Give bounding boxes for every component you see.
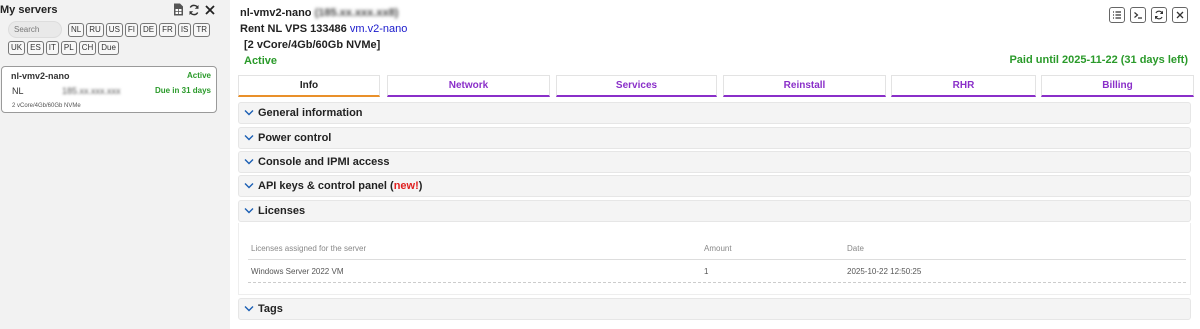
sidebar-tools: [173, 3, 216, 16]
list-icon: [1113, 11, 1121, 19]
tab-bar: Info Network Services Reinstall RHR Bill…: [238, 75, 1196, 97]
section-label: API keys & control panel (new!): [258, 180, 422, 192]
filter-chip-de[interactable]: DE: [140, 23, 158, 37]
section-power-control[interactable]: Power control: [238, 127, 1191, 149]
chevron-down-icon: [244, 135, 254, 141]
spreadsheet-icon[interactable]: [173, 3, 184, 16]
server-card-due: Due in 31 days: [154, 86, 211, 95]
server-name: nl-vmv2-nano: [240, 7, 312, 19]
server-card-location: NL: [12, 86, 24, 96]
chevron-down-icon: [244, 183, 254, 189]
filter-chip-fr[interactable]: FR: [159, 23, 176, 37]
close-icon: [1176, 11, 1184, 19]
filter-chip-ch[interactable]: CH: [78, 41, 97, 55]
tab-reinstall[interactable]: Reinstall: [723, 75, 886, 97]
refresh-icon[interactable]: [188, 4, 200, 16]
column-header: Licenses assigned for the server: [251, 244, 367, 253]
server-card-ip: 185.xx.xxx.xxx: [62, 86, 121, 96]
server-spec: [2 vCore/4Gb/60Gb NVMe]: [244, 39, 381, 51]
close-button[interactable]: [1172, 7, 1188, 23]
tab-services[interactable]: Services: [556, 75, 717, 97]
filter-row-2: UK ES IT PL CH Due: [8, 41, 119, 55]
api-label-text: API keys & control panel (: [258, 180, 394, 192]
table-cell: 1: [704, 267, 709, 276]
section-label: Tags: [258, 303, 283, 315]
server-card-status: Active: [186, 71, 211, 80]
server-title: nl-vmv2-nano (185.xx.xxx.xx8): [240, 7, 398, 19]
refresh-icon: [1154, 10, 1164, 20]
new-badge: new!: [393, 180, 419, 192]
section-licenses[interactable]: Licenses: [238, 200, 1191, 222]
filter-chip-ru[interactable]: RU: [86, 23, 104, 37]
licenses-panel: Licenses assigned for the server Amount …: [238, 223, 1191, 295]
section-label: General information: [258, 107, 363, 119]
list-button[interactable]: [1109, 7, 1125, 23]
top-actions: [1109, 7, 1188, 23]
section-console-ipmi[interactable]: Console and IPMI access: [238, 151, 1191, 173]
refresh-button[interactable]: [1151, 7, 1167, 23]
table-cell: Windows Server 2022 VM: [251, 267, 344, 276]
tab-rhr[interactable]: RHR: [891, 75, 1036, 97]
filter-chip-it[interactable]: IT: [45, 41, 59, 55]
plan-link[interactable]: vm.v2-nano: [350, 23, 407, 35]
server-state: Active: [244, 55, 278, 67]
column-header: Amount: [704, 244, 732, 253]
filter-chip-tr[interactable]: TR: [193, 23, 211, 37]
server-detail-panel: nl-vmv2-nano (185.xx.xxx.xx8) Rent NL VP…: [230, 0, 1200, 329]
filter-chip-es[interactable]: ES: [27, 41, 44, 55]
paid-until: Paid until 2025-11-22 (31 days left): [1009, 54, 1188, 66]
filter-chip-due[interactable]: Due: [98, 41, 119, 55]
close-icon[interactable]: [204, 4, 216, 16]
console-icon: [1134, 12, 1142, 19]
console-button[interactable]: [1130, 7, 1146, 23]
section-label: Power control: [258, 132, 332, 144]
filter-chip-pl[interactable]: PL: [60, 41, 77, 55]
search-input[interactable]: [8, 21, 62, 38]
chevron-down-icon: [244, 110, 254, 116]
filter-chip-is[interactable]: IS: [177, 23, 192, 37]
sidebar-header: My servers: [0, 3, 220, 20]
section-api-keys[interactable]: API keys & control panel (new!): [238, 175, 1191, 197]
section-label: Console and IPMI access: [258, 156, 390, 168]
server-plan-text: Rent NL VPS 133486: [240, 23, 347, 35]
server-card[interactable]: nl-vmv2-nano Active NL 185.xx.xxx.xxx Du…: [1, 66, 217, 113]
server-sidebar: My servers NL RU US FI DE FR IS: [0, 0, 220, 329]
column-header: Date: [847, 244, 864, 253]
tab-billing[interactable]: Billing: [1041, 75, 1194, 97]
api-label-close: ): [418, 180, 423, 192]
server-card-spec: 2 vCore/4Gb/60Gb NVMe: [12, 103, 81, 109]
table-cell: 2025-10-22 12:50:25: [847, 267, 922, 276]
table-row: Windows Server 2022 VM 1 2025-10-22 12:5…: [248, 263, 1186, 283]
chevron-down-icon: [244, 306, 254, 312]
section-general-information[interactable]: General information: [238, 102, 1191, 124]
sidebar-title: My servers: [0, 4, 58, 16]
section-tags[interactable]: Tags: [238, 298, 1191, 320]
section-label: Licenses: [258, 205, 306, 217]
filter-chip-fi[interactable]: FI: [124, 23, 139, 37]
server-ip: (185.xx.xxx.xx8): [314, 7, 399, 19]
server-card-name: nl-vmv2-nano: [11, 71, 70, 81]
table-header: Licenses assigned for the server Amount …: [248, 240, 1186, 260]
server-plan: Rent NL VPS 133486 vm.v2-nano: [240, 23, 407, 35]
filter-row-1: NL RU US FI DE FR IS TR: [68, 23, 211, 37]
filter-chip-nl[interactable]: NL: [68, 23, 85, 37]
chevron-down-icon: [244, 159, 254, 165]
tab-info[interactable]: Info: [238, 75, 380, 97]
filter-chip-us[interactable]: US: [105, 23, 123, 37]
filter-chip-uk[interactable]: UK: [8, 41, 26, 55]
tab-network[interactable]: Network: [387, 75, 550, 97]
chevron-down-icon: [244, 208, 254, 214]
